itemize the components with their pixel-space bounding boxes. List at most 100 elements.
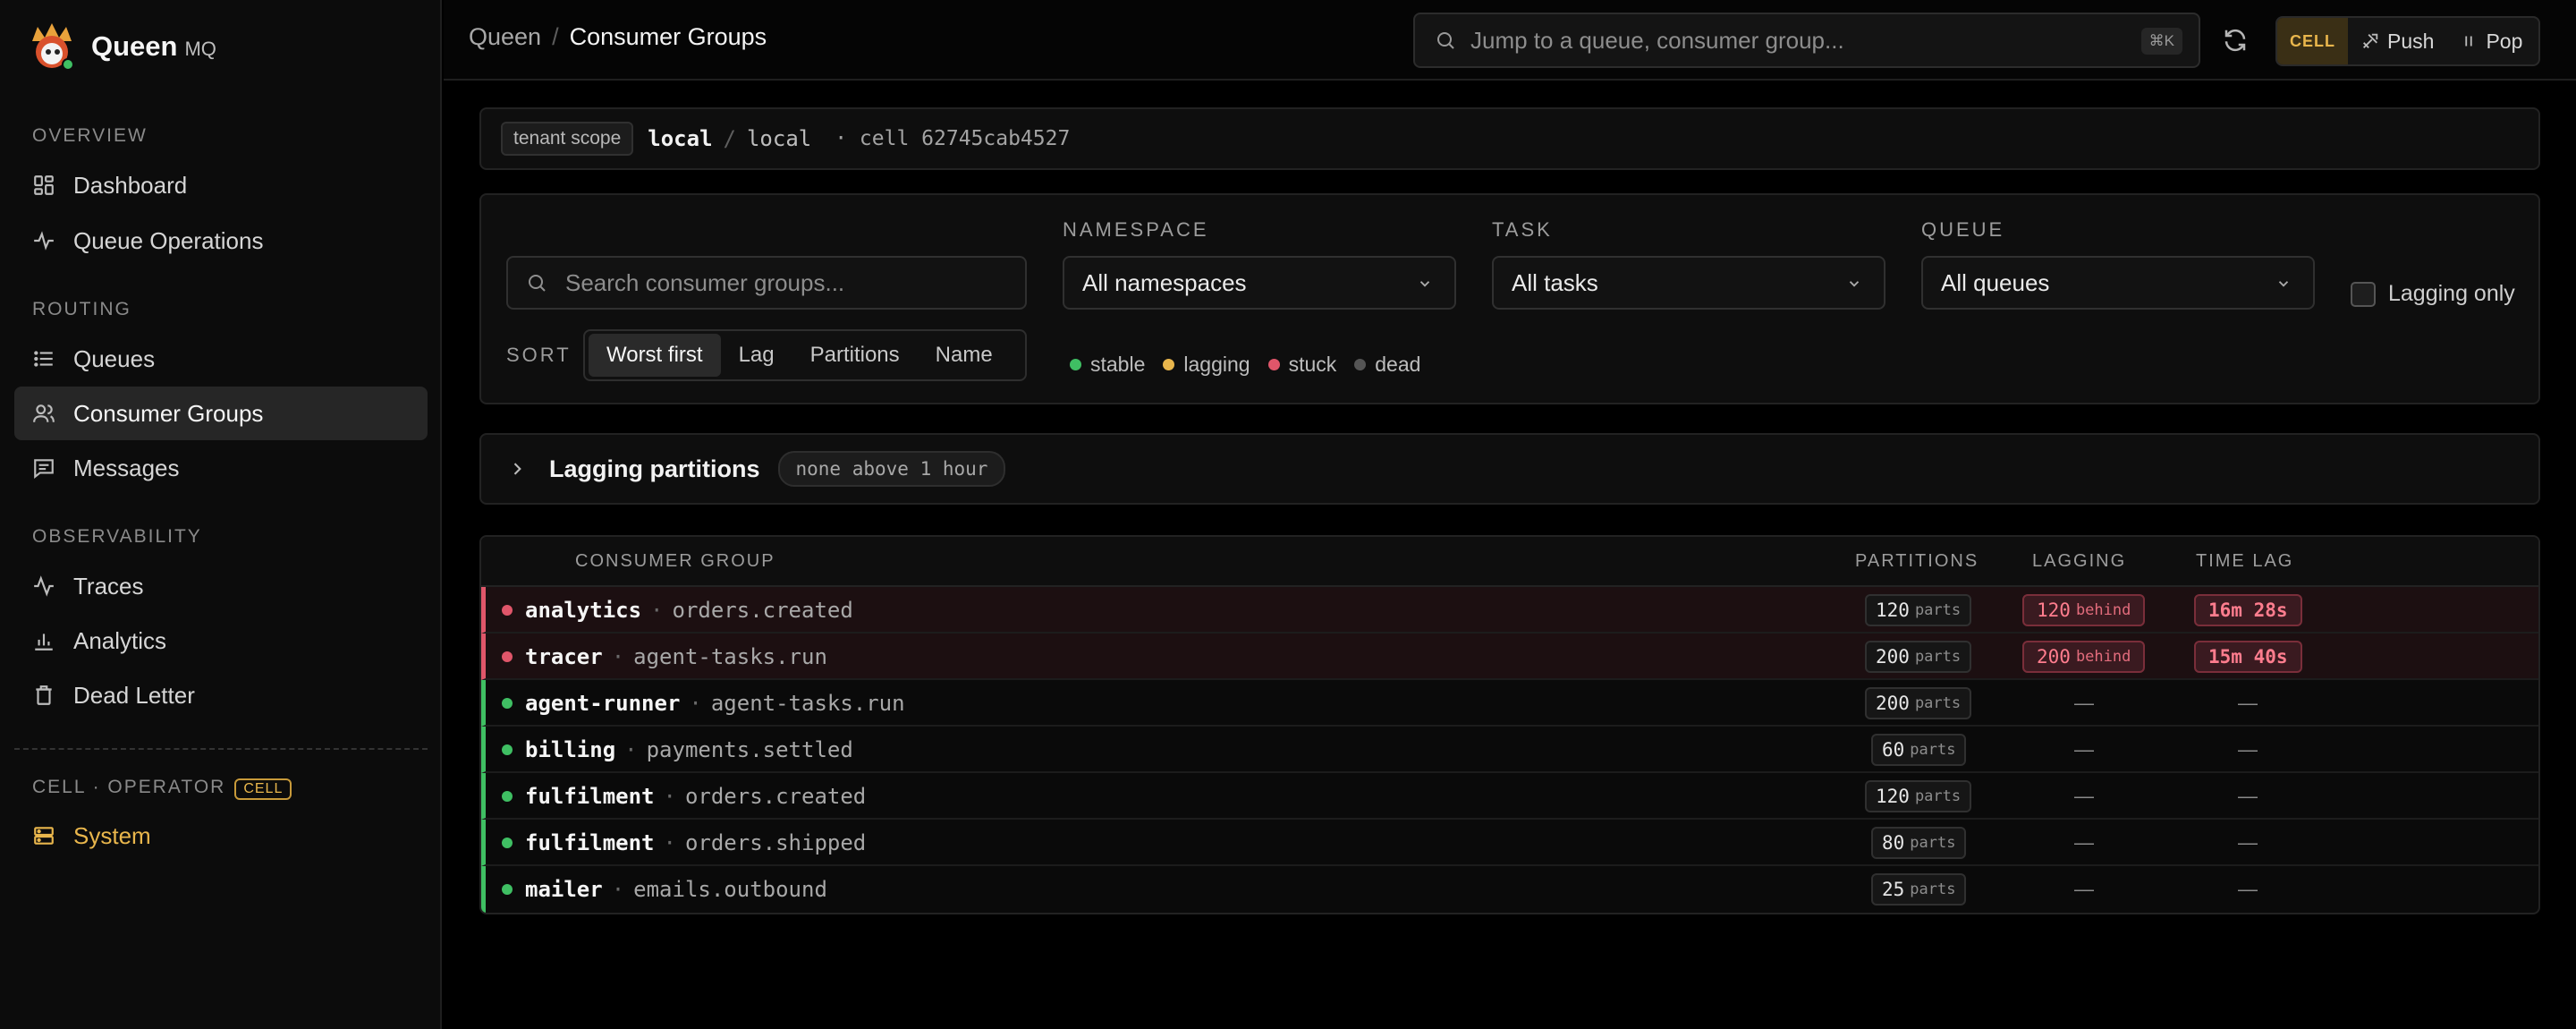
consumer-group-cell: tracer · agent-tasks.run [525,644,827,669]
chevron-right-icon[interactable] [508,460,526,478]
sort-lag[interactable]: Lag [721,334,792,377]
time-lag-empty: — [2238,738,2258,761]
sort-partitions[interactable]: Partitions [792,334,918,377]
chevron-down-icon [2278,281,2289,287]
legend-stuck: stuck [1267,353,1337,377]
partitions-unit: parts [1914,787,1962,805]
legend-label: stuck [1288,353,1337,376]
section-routing: ROUTING [32,299,131,319]
consumer-group-name[interactable]: agent-runner [525,691,680,716]
status-dot-icon [502,698,513,709]
lagging-empty: — [2074,878,2094,900]
sidebar-item-label: Traces [73,572,144,600]
lagging-only-toggle[interactable]: Lagging only [2351,281,2515,307]
header-time-lag[interactable]: TIME LAG [2196,551,2293,572]
consumer-group-cell: fulfilment · orders.shipped [525,830,866,855]
jump-search-input[interactable] [1470,26,2132,55]
sidebar-item-system[interactable]: System [14,809,428,863]
table-row[interactable]: analytics · orders.created 120 parts 120 behin… [481,587,2538,634]
table-row[interactable]: tracer · agent-tasks.run 200 parts 200 behind 1… [481,634,2538,680]
partitions-badge: 120 parts [1865,780,1972,812]
sort-worst-first[interactable]: Worst first [589,334,721,377]
consumer-group-name[interactable]: billing [525,737,615,762]
namespace-label: NAMESPACE [1063,218,1209,241]
status-dot-icon [502,651,513,662]
brand[interactable]: Queen MQ [27,20,216,73]
consumer-group-search[interactable] [506,256,1027,310]
sidebar-item-queue-operations[interactable]: Queue Operations [14,214,428,268]
sort-name[interactable]: Name [918,334,1011,377]
tenant-namespace: local [648,126,713,151]
sidebar-item-label: Dashboard [73,171,188,199]
table-row[interactable]: mailer · emails.outbound 25 parts — — [481,866,2538,913]
message-icon [34,459,54,480]
consumer-group-name[interactable]: analytics [525,598,641,623]
queue-name: agent-tasks.run [710,691,905,716]
table-row[interactable]: billing · payments.settled 60 parts — — [481,727,2538,773]
partitions-unit: parts [1914,648,1962,666]
name-separator: · [611,644,625,669]
consumer-group-name[interactable]: mailer [525,877,603,902]
lagging-only-checkbox[interactable] [2351,281,2376,307]
sidebar-item-dead-letter[interactable]: Dead Letter [14,668,428,722]
partitions-value: 80 [1882,832,1905,854]
consumer-group-name[interactable]: tracer [525,644,603,669]
pop-button[interactable]: Pop [2446,30,2535,54]
users-icon [33,404,55,422]
name-separator: · [689,691,702,716]
namespace-value: All namespaces [1082,268,1247,296]
table-row[interactable]: fulfilment · orders.created 120 parts — — [481,773,2538,820]
sidebar-item-traces[interactable]: Traces [14,559,428,613]
activity-icon [34,231,54,251]
server-icon [34,827,54,845]
status-dot-icon [502,744,513,755]
sidebar-item-analytics[interactable]: Analytics [14,614,428,668]
sort-label: SORT [506,344,572,366]
lagging-badge: 200 behind [2022,641,2146,673]
filters-panel: NAMESPACE All namespaces TASK All tasks … [479,193,2540,404]
task-label: TASK [1492,218,1553,241]
partitions-value: 120 [1876,786,1910,807]
refresh-icon[interactable] [2222,27,2249,54]
queen-logo-icon [32,23,74,71]
task-select[interactable]: All tasks [1492,256,1885,310]
name-separator: · [611,877,625,902]
lagging-unit: behind [2075,601,2131,619]
header-consumer-group[interactable]: CONSUMER GROUP [575,551,775,572]
status-dot-icon [502,838,513,848]
pop-label: Pop [2486,29,2523,53]
push-button[interactable]: Push [2348,30,2446,54]
consumer-group-search-input[interactable] [565,268,1013,297]
sidebar-item-label: Dead Letter [73,681,195,709]
sidebar-item-label: Queue Operations [73,226,264,254]
table-row[interactable]: agent-runner · agent-tasks.run 200 parts — — [481,680,2538,727]
status-dot-icon [502,605,513,616]
name-separator: · [624,737,638,762]
pulse-icon [34,575,54,597]
queue-select[interactable]: All queues [1921,256,2315,310]
status-dot-icon [502,884,513,895]
sidebar-item-dashboard[interactable]: Dashboard [14,158,428,212]
sidebar-item-queues[interactable]: Queues [14,332,428,386]
stable-dot-icon [1070,359,1081,370]
lagging-partitions-panel[interactable]: Lagging partitions none above 1 hour [479,433,2540,505]
queue-name: payments.settled [646,737,853,762]
consumer-group-name[interactable]: fulfilment [525,830,655,855]
header-partitions[interactable]: PARTITIONS [1855,551,1979,572]
table-row[interactable]: fulfilment · orders.shipped 80 parts — — [481,820,2538,866]
tenant-scope-bar: tenant scope local / local · cell 62745c… [479,107,2540,170]
breadcrumb-parent[interactable]: Queen [469,23,541,50]
consumer-group-cell: fulfilment · orders.created [525,784,866,809]
cell-toggle[interactable]: CELL [2277,18,2348,64]
sidebar-item-consumer-groups[interactable]: Consumer Groups [14,387,428,440]
lagging-partitions-title: Lagging partitions [549,455,760,482]
header-lagging[interactable]: LAGGING [2032,551,2126,572]
sidebar-item-messages[interactable]: Messages [14,441,428,495]
consumer-group-name[interactable]: fulfilment [525,784,655,809]
name-separator: · [663,784,676,809]
list-icon [34,351,53,367]
breadcrumb-separator: / [552,23,559,50]
jump-search[interactable]: ⌘K [1413,13,2200,68]
namespace-select[interactable]: All namespaces [1063,256,1456,310]
lagging-value: 120 [2037,600,2071,621]
